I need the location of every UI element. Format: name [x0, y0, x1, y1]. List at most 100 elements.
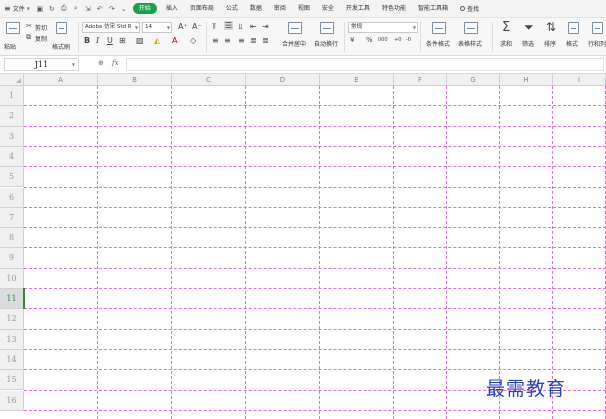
table-style-icon[interactable]	[464, 22, 478, 34]
fill-pattern-icon[interactable]: ▨	[136, 36, 144, 45]
filter-button[interactable]: 筛选	[522, 39, 534, 48]
copy-button[interactable]: 复制	[35, 34, 47, 43]
row-header-10[interactable]: 10	[0, 268, 24, 289]
column-header-h[interactable]: H	[500, 74, 553, 86]
tab-0[interactable]: 开始	[132, 3, 157, 14]
decrease-font-icon[interactable]: A⁻	[192, 22, 202, 31]
format-painter-button[interactable]: 格式刷	[52, 42, 70, 51]
conditional-format-button[interactable]: 条件格式	[426, 39, 450, 48]
wrap-text-button[interactable]: 自动换行	[314, 39, 338, 48]
increase-font-icon[interactable]: A⁺	[178, 22, 188, 31]
copy-icon[interactable]: ⧉	[26, 33, 31, 42]
tab-5[interactable]: 审阅	[268, 3, 292, 14]
column-header-e[interactable]: E	[320, 74, 394, 86]
fill-color-icon[interactable]: ◭	[154, 36, 160, 45]
filter-icon[interactable]: ⏷	[524, 20, 534, 35]
bold-button[interactable]: B	[84, 36, 90, 45]
align-left-icon[interactable]: ≡	[212, 36, 219, 45]
row-header-7[interactable]: 7	[0, 207, 24, 229]
sort-icon[interactable]: ⇅	[546, 20, 556, 34]
number-format-select[interactable]: 常规 ▼	[348, 22, 418, 33]
align-center-icon[interactable]: ≡	[224, 36, 231, 45]
print-preview-icon[interactable]: ⌕	[71, 4, 81, 14]
search-box[interactable]: 查找	[454, 4, 479, 13]
paste-icon[interactable]	[6, 22, 20, 34]
table-style-button[interactable]: 表格样式	[458, 39, 482, 48]
align-top-icon[interactable]: ⫪	[212, 22, 217, 32]
tab-7[interactable]: 安全	[316, 3, 340, 14]
row-header-8[interactable]: 8	[0, 228, 24, 249]
tab-3[interactable]: 公式	[220, 3, 244, 14]
formula-input[interactable]	[126, 58, 604, 71]
rows-cols-button[interactable]: 行和列	[588, 39, 606, 48]
tab-1[interactable]: 插入	[160, 3, 184, 14]
column-header-g[interactable]: G	[447, 74, 500, 86]
tab-4[interactable]: 数据	[244, 3, 268, 14]
wrap-text-icon[interactable]	[320, 22, 334, 34]
name-box[interactable]: J11 ▼	[4, 58, 79, 71]
thousands-button[interactable]: 000	[378, 37, 388, 43]
increase-decimal-button[interactable]: +0	[394, 37, 401, 43]
select-all-corner[interactable]	[0, 74, 24, 86]
column-header-i[interactable]: I	[553, 74, 606, 86]
row-header-15[interactable]: 15	[0, 370, 24, 391]
column-header-b[interactable]: B	[98, 74, 172, 86]
cut-button[interactable]: 剪切	[35, 23, 47, 32]
percent-button[interactable]: %	[366, 36, 373, 44]
save-icon[interactable]: ▣	[35, 4, 45, 14]
zoom-search-icon[interactable]: ⊕	[98, 59, 104, 67]
indent-decrease-icon[interactable]: ⇤	[250, 22, 257, 31]
clear-format-icon[interactable]: ◇	[190, 36, 196, 45]
underline-button[interactable]: U	[107, 36, 113, 45]
file-menu[interactable]: ≡ 文件 ▼	[0, 2, 34, 16]
redo-icon[interactable]: ↷	[107, 4, 117, 14]
customize-chevron-icon[interactable]: ⌄	[119, 4, 129, 14]
fx-icon[interactable]: fx	[112, 59, 119, 67]
column-header-a[interactable]: A	[24, 74, 98, 86]
row-header-1[interactable]: 1	[0, 86, 24, 107]
column-header-d[interactable]: D	[246, 74, 320, 86]
column-header-f[interactable]: F	[394, 74, 447, 86]
align-bottom-icon[interactable]: ⫫	[238, 22, 243, 32]
tab-10[interactable]: 智能工具箱	[412, 3, 454, 14]
column-header-c[interactable]: C	[172, 74, 246, 86]
tab-6[interactable]: 视图	[292, 3, 316, 14]
autosave-icon[interactable]: ↻	[47, 4, 57, 14]
print-icon[interactable]: ⎙	[59, 4, 69, 14]
format-icon[interactable]	[568, 22, 579, 34]
format-painter-icon[interactable]	[56, 22, 67, 34]
sum-icon[interactable]: Σ	[502, 20, 510, 35]
indent-increase-icon[interactable]: ⇥	[262, 22, 269, 31]
paste-button[interactable]: 粘贴	[4, 42, 16, 51]
row-header-4[interactable]: 4	[0, 146, 24, 168]
conditional-format-icon[interactable]	[432, 22, 446, 34]
export-icon[interactable]: ⇲	[83, 4, 93, 14]
tab-2[interactable]: 页面布局	[184, 3, 220, 14]
borders-icon[interactable]: ⊞	[119, 36, 126, 45]
format-button[interactable]: 格式	[566, 39, 578, 48]
row-header-14[interactable]: 14	[0, 349, 24, 371]
undo-icon[interactable]: ↶	[95, 4, 105, 14]
row-header-3[interactable]: 3	[0, 126, 24, 147]
scissors-icon[interactable]: ✂	[26, 22, 32, 30]
font-size-select[interactable]: 14 ▼	[142, 22, 172, 33]
row-header-9[interactable]: 9	[0, 248, 24, 269]
merge-center-button[interactable]: 合并居中	[282, 39, 306, 48]
distributed-icon[interactable]: ≣	[262, 36, 269, 45]
row-header-5[interactable]: 5	[0, 167, 24, 188]
decrease-decimal-button[interactable]: -0	[406, 37, 411, 43]
row-header-2[interactable]: 2	[0, 106, 24, 127]
tab-9[interactable]: 特色功能	[376, 3, 412, 14]
rows-cols-icon[interactable]	[592, 22, 603, 34]
currency-button[interactable]: ¥	[350, 36, 354, 44]
align-middle-icon[interactable]: ☰	[224, 21, 234, 30]
merge-center-icon[interactable]	[288, 22, 302, 34]
font-name-select[interactable]: Adobe 仿宋 Std R ▼	[82, 22, 140, 33]
row-header-13[interactable]: 13	[0, 329, 24, 350]
justify-icon[interactable]: ≣	[250, 36, 257, 45]
font-color-icon[interactable]: A	[172, 36, 177, 45]
row-header-11[interactable]: 11	[0, 289, 24, 310]
row-header-16[interactable]: 16	[0, 390, 24, 411]
row-header-12[interactable]: 12	[0, 309, 24, 330]
italic-button[interactable]: I	[96, 36, 99, 45]
